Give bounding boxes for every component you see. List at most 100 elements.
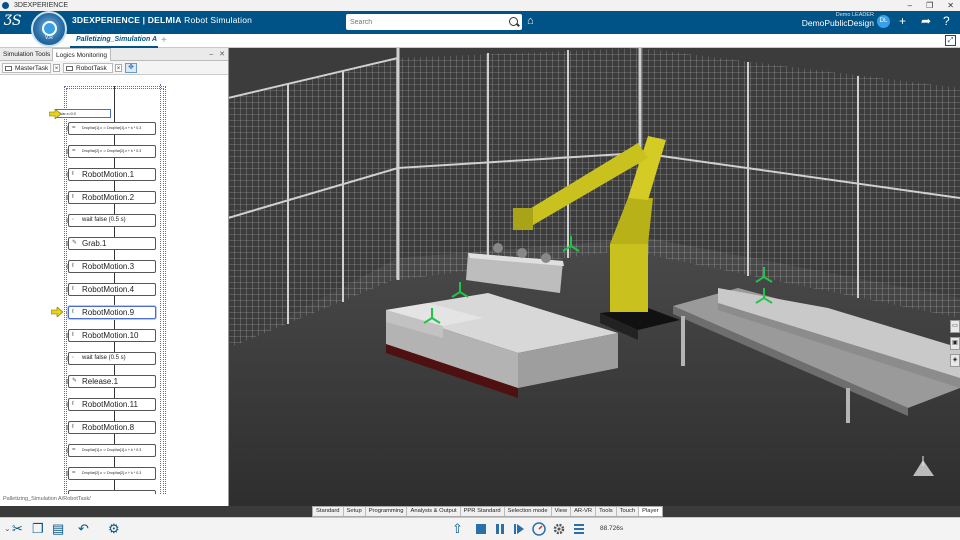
motion-node-icon: ℓ [72, 424, 74, 430]
viewport-side-tools: ▭ ▣ ◈ [950, 320, 960, 371]
flow-node[interactable]: ℓ RobotMotion.11 [68, 398, 156, 411]
search-input[interactable] [346, 14, 496, 30]
paste-icon[interactable]: ▤ [52, 522, 64, 536]
add-icon[interactable]: + [899, 14, 906, 28]
side-tool-1-icon[interactable]: ▭ [950, 320, 960, 333]
list-view-icon[interactable] [572, 522, 586, 536]
motion-node-icon: ℓ [72, 401, 74, 407]
tab-player[interactable]: Player [639, 507, 662, 516]
flow-node[interactable]: =DropVar[1].y := DropVar[1].y + j * 0.4 [68, 490, 156, 494]
start-node[interactable]: Var.x=0.0 [55, 109, 111, 118]
tab-mastertask[interactable]: MasterTask [2, 63, 51, 73]
flow-node[interactable]: = DropVar[2].x := DropVar[2].x + k * 0.3 [68, 467, 156, 480]
3d-viewport[interactable]: ▭ ▣ ◈ [228, 48, 960, 506]
search-box[interactable] [346, 14, 522, 30]
flow-node-label: RobotMotion.4 [82, 285, 135, 294]
flow-node-label: DropVar[1].x := DropVar[1].x + k * 0.3 [82, 126, 142, 130]
step-forward-icon[interactable] [512, 522, 526, 536]
command-tab-bar: Standard Setup Programming Analysis & Outpu… [312, 506, 663, 517]
tab-standard[interactable]: Standard [313, 507, 344, 516]
flow-node[interactable]: ◦ wait false (0.5 s) [68, 214, 156, 227]
maximize-window-button[interactable]: ❐ [926, 0, 933, 11]
tab-touch[interactable]: Touch [616, 507, 640, 516]
flow-node[interactable]: ℓ RobotMotion.3 [68, 260, 156, 273]
flow-node-label: Grab.1 [82, 239, 107, 248]
tab-programming[interactable]: Programming [365, 507, 408, 516]
flow-node-label: RobotMotion.11 [82, 400, 138, 409]
var-node-icon: = [72, 148, 76, 154]
logics-monitoring-panel: Simulation Tools Logics Monitoring – ✕ M… [0, 48, 229, 506]
flow-node-label: Release.1 [82, 377, 119, 386]
logic-flow-diagram: Var.x=0.0 = DropVar[1].x := DropVar[1].x … [0, 76, 229, 494]
document-tab-row: Palletizing_Simulation A + ⤢ [0, 34, 960, 48]
flow-node[interactable]: ℓ RobotMotion.2 [68, 191, 156, 204]
tab-selection-mode[interactable]: Selection mode [504, 507, 552, 516]
tab-view[interactable]: View [551, 507, 572, 516]
close-robottask-button[interactable]: × [115, 64, 122, 72]
tab-logics-monitoring[interactable]: Logics Monitoring [52, 48, 111, 61]
tab-ar-vr[interactable]: AR-VR [571, 507, 597, 516]
panel-tab-bar: Simulation Tools Logics Monitoring – ✕ [0, 48, 228, 61]
motion-node-icon: ℓ [72, 332, 74, 338]
close-window-button[interactable]: ✕ [947, 0, 954, 11]
flow-node[interactable]: ℓ RobotMotion.10 [68, 329, 156, 342]
os-title-bar: 3DEXPERIENCE – ❐ ✕ [0, 0, 960, 11]
flow-node[interactable]: ℓ RobotMotion.1 [68, 168, 156, 181]
tag-icon[interactable]: ⌂ [527, 15, 534, 27]
tab-tools[interactable]: Tools [596, 507, 617, 516]
task-tab-bar: MasterTask × RobotTask × ✥ [0, 61, 228, 75]
tab-setup[interactable]: Setup [343, 507, 366, 516]
undo-icon[interactable]: ↶ [78, 522, 89, 536]
flow-node-label: RobotMotion.10 [82, 331, 139, 340]
speed-icon[interactable] [532, 522, 546, 536]
flow-node[interactable]: ℓ RobotMotion.4 [68, 283, 156, 296]
pause-icon[interactable] [493, 522, 507, 536]
cut-icon[interactable]: ✂ [12, 522, 23, 536]
brand-text: EXPERIENCE | DELMIA [83, 15, 182, 25]
close-mastertask-button[interactable]: × [53, 64, 60, 72]
flow-node-label: DropVar[1].x := DropVar[1].x + k * 0.3 [82, 448, 142, 452]
flow-node[interactable]: ◦ wait false (0.5 s) [68, 352, 156, 365]
tab-robottask[interactable]: RobotTask [63, 63, 113, 73]
robot-tool-icon[interactable]: ⚙ [108, 522, 120, 536]
flow-node[interactable]: ✎ Grab.1 [68, 237, 156, 250]
add-task-button[interactable]: ✥ [125, 63, 137, 73]
motion-node-icon: ℓ [72, 263, 74, 269]
current-step-arrow-icon [51, 307, 63, 317]
wait-node-icon: ◦ [72, 217, 75, 223]
flow-node[interactable]: = DropVar[1].x := DropVar[1].x + k * 0.3 [68, 122, 156, 135]
settings-icon[interactable] [552, 522, 566, 536]
export-icon[interactable]: ⇧ [452, 522, 463, 536]
flow-node[interactable]: ✎ Release.1 [68, 375, 156, 388]
app-icon [2, 2, 9, 9]
flow-node[interactable]: ℓ RobotMotion.8 [68, 421, 156, 434]
toolbar-expand-icon[interactable]: ⌄ [4, 522, 11, 536]
tab-ppr-standard[interactable]: PPR Standard [460, 507, 505, 516]
add-tab-button[interactable]: + [161, 34, 167, 47]
var-node-icon: = [72, 125, 76, 131]
flow-node[interactable]: = DropVar[1].x := DropVar[1].x + k * 0.3 [68, 444, 156, 457]
tab-analysis-output[interactable]: Analysis & Output [407, 507, 461, 516]
compass-icon[interactable]: V.R [31, 11, 67, 47]
help-icon[interactable]: ? [943, 14, 950, 28]
flow-node[interactable]: ℓ RobotMotion.9 [68, 306, 156, 319]
stop-icon[interactable] [474, 522, 488, 536]
os-window-title: 3DEXPERIENCE [14, 2, 69, 9]
search-icon[interactable] [509, 17, 518, 26]
panel-close-button[interactable]: ✕ [219, 48, 225, 61]
flow-node[interactable]: = DropVar[2].x := DropVar[2].x + k * 0.3 [68, 145, 156, 158]
flow-node-label: RobotMotion.9 [82, 308, 135, 317]
tab-simulation-tools[interactable]: Simulation Tools [0, 48, 53, 61]
minimize-window-button[interactable]: – [908, 0, 912, 11]
panel-minimize-button[interactable]: – [209, 48, 213, 61]
tab-palletizing-simulation[interactable]: Palletizing_Simulation A [70, 34, 158, 48]
scene-graphic [228, 48, 960, 506]
avatar[interactable]: DL [877, 15, 890, 28]
side-tool-2-icon[interactable]: ▣ [950, 337, 960, 350]
compass-version: V.R [45, 35, 53, 41]
side-tool-3-icon[interactable]: ◈ [950, 354, 960, 367]
share-icon[interactable]: ➦ [921, 14, 931, 28]
expand-icon[interactable]: ⤢ [945, 35, 956, 46]
copy-icon[interactable]: ❐ [32, 522, 44, 536]
bottom-toolbar: ⌄ ✂ ❐ ▤ ↶ ⚙ ⇧ 88.726s [0, 517, 960, 540]
